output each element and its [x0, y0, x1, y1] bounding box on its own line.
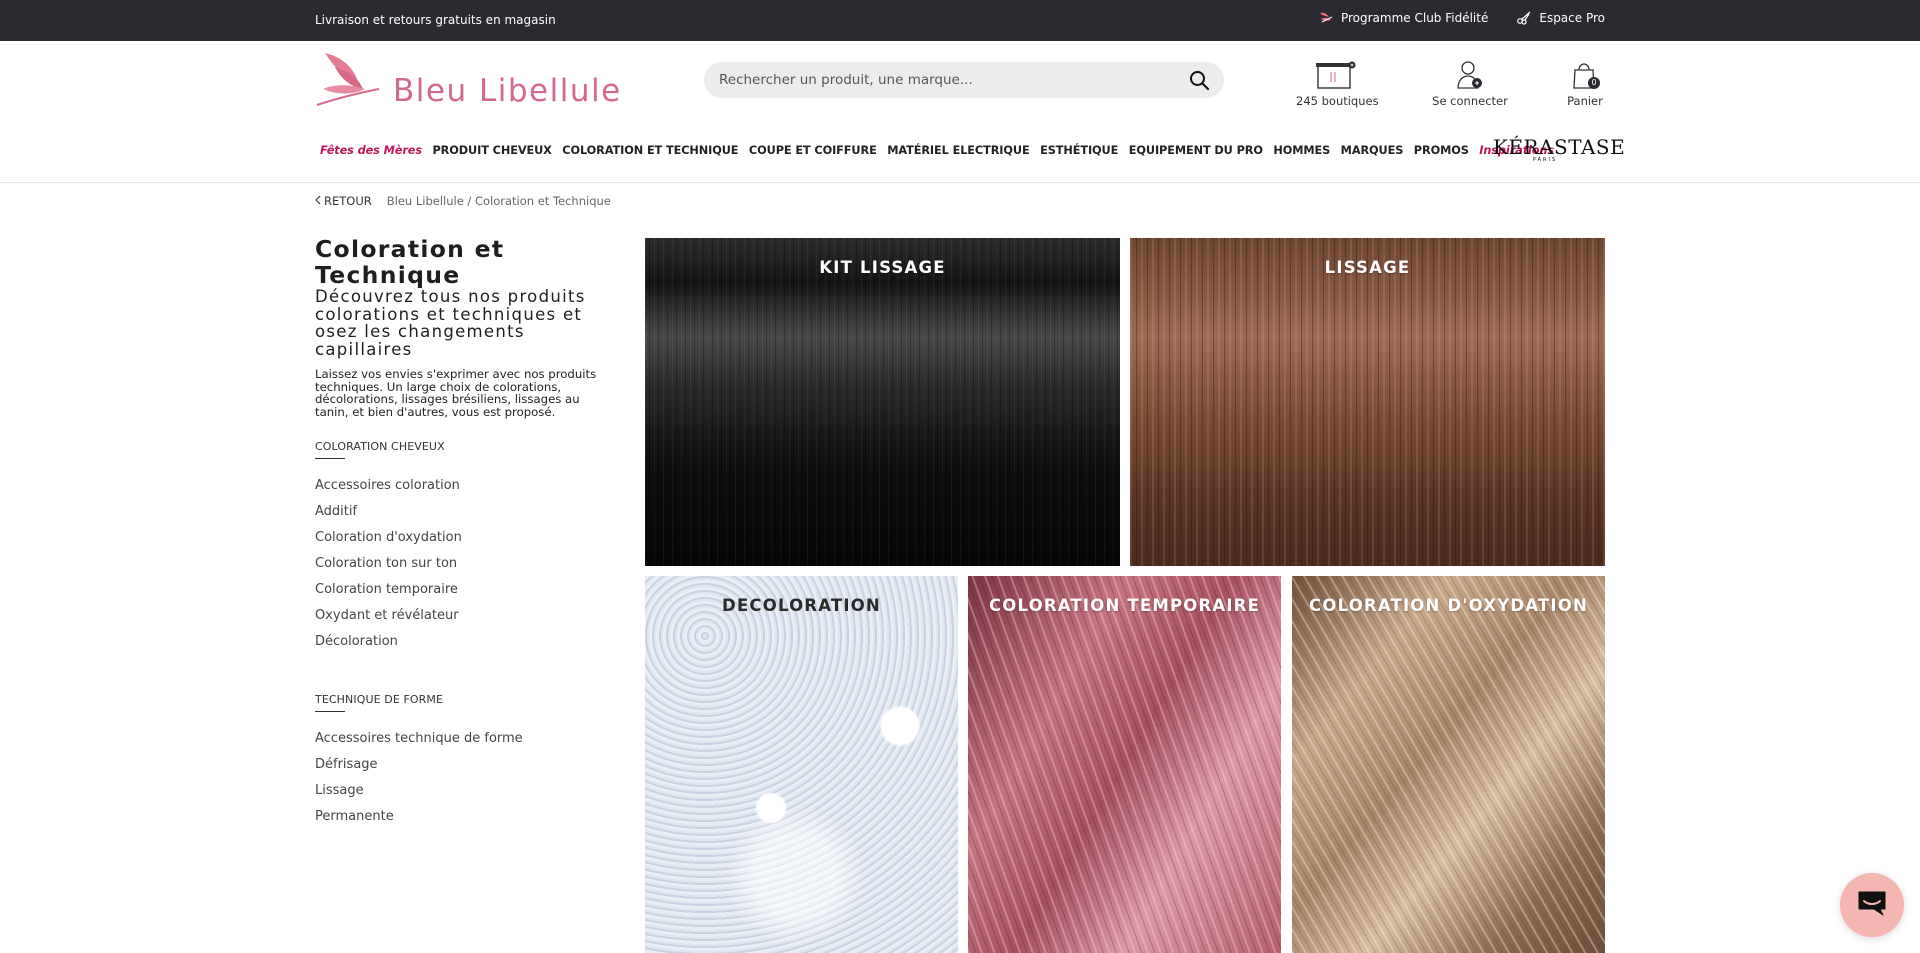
list-item[interactable]: Accessoires coloration — [315, 473, 615, 499]
login-label: Se connecter — [1432, 94, 1508, 108]
nav-item-materiel-electrique[interactable]: MATÉRIEL ELECTRIQUE — [887, 144, 1030, 157]
tile-label: KIT LISSAGE — [819, 258, 946, 277]
list-item[interactable]: Coloration temporaire — [315, 577, 615, 603]
list-item[interactable]: Accessoires technique de forme — [315, 726, 615, 752]
section-title-coloration-cheveux[interactable]: COLORATION CHEVEUX — [315, 440, 615, 459]
nav-item-marques[interactable]: MARQUES — [1341, 144, 1404, 157]
club-fidelite-link[interactable]: Programme Club Fidélité — [1318, 11, 1488, 25]
breadcrumb-path[interactable]: Bleu Libellule / Coloration et Technique — [387, 194, 611, 208]
cart-count-badge: 0 — [1588, 77, 1600, 89]
store-icon — [1296, 54, 1376, 90]
list-item[interactable]: Additif — [315, 499, 615, 525]
tile-decoloration[interactable]: DECOLORATION — [645, 576, 958, 953]
stores-label: 245 boutiques — [1296, 94, 1379, 108]
chat-button[interactable] — [1840, 873, 1904, 937]
top-bar: Livraison et retours gratuits en magasin… — [0, 0, 1920, 41]
cart-button[interactable]: 0 Panier — [1555, 54, 1615, 108]
list-item[interactable]: Oxydant et révélateur — [315, 603, 615, 629]
stores-button[interactable]: 245 boutiques — [1296, 54, 1379, 108]
nav-item-coloration-et-technique[interactable]: COLORATION ET TECHNIQUE — [562, 144, 738, 157]
user-icon — [1430, 54, 1510, 90]
page-subtitle: Découvrez tous nos produits colorations … — [315, 287, 586, 359]
tile-label: COLORATION D'OXYDATION — [1309, 596, 1588, 615]
category-intro: Laissez vos envies s'exprimer avec nos p… — [315, 367, 597, 420]
kerastase-logo[interactable]: KÉRASTASE PARIS — [1493, 135, 1626, 163]
nav-item-esthetique[interactable]: ESTHÉTIQUE — [1040, 144, 1118, 157]
page-title: Coloration et Technique — [315, 235, 505, 289]
espace-pro-link[interactable]: Espace Pro — [1516, 11, 1605, 25]
back-label: RETOUR — [324, 194, 372, 208]
scissors-icon — [1516, 11, 1532, 25]
tile-coloration-oxydation[interactable]: COLORATION D'OXYDATION — [1292, 576, 1605, 953]
shopping-bag-icon: 0 — [1555, 54, 1615, 90]
search-input[interactable] — [704, 62, 1164, 98]
nav-item-equipement-du-pro[interactable]: EQUIPEMENT DU PRO — [1129, 144, 1263, 157]
nav-item-promos[interactable]: PROMOS — [1414, 144, 1469, 157]
espace-pro-label: Espace Pro — [1539, 11, 1605, 25]
search-icon[interactable] — [1189, 70, 1210, 95]
login-button[interactable]: Se connecter — [1430, 54, 1510, 108]
back-link[interactable]: RETOUR — [315, 194, 372, 208]
tile-lissage[interactable]: LISSAGE — [1130, 238, 1605, 566]
list-item[interactable]: Permanente — [315, 804, 615, 830]
list-item[interactable]: Coloration d'oxydation — [315, 525, 615, 551]
chevron-left-icon — [315, 194, 321, 208]
list-item[interactable]: Coloration ton sur ton — [315, 551, 615, 577]
site-header: Bleu Libellule 245 boutiques Se connecte… — [0, 41, 1920, 183]
list-item[interactable]: Défrisage — [315, 752, 615, 778]
nav-item-coupe-et-coiffure[interactable]: COUPE ET COIFFURE — [749, 144, 877, 157]
nav-item-hommes[interactable]: HOMMES — [1273, 144, 1330, 157]
main-nav: Fêtes des Mères PRODUIT CHEVEUX COLORATI… — [320, 140, 1565, 160]
list-item[interactable]: Lissage — [315, 778, 615, 804]
nav-item-produit-cheveux[interactable]: PRODUIT CHEVEUX — [433, 144, 552, 157]
section-title-technique-de-forme[interactable]: TECHNIQUE DE FORME — [315, 693, 615, 712]
tile-label: DECOLORATION — [722, 596, 881, 615]
breadcrumb: RETOUR Bleu Libellule / Coloration et Te… — [315, 194, 611, 208]
category-sidebar: Coloration et Technique Découvrez tous n… — [315, 236, 615, 830]
bleu-libellule-logo[interactable]: Bleu Libellule — [315, 49, 625, 115]
tile-label: LISSAGE — [1324, 258, 1411, 277]
brand-name: Bleu Libellule — [393, 73, 622, 109]
top-bar-links: Programme Club Fidélité Espace Pro — [1318, 11, 1605, 25]
tile-kit-lissage[interactable]: KIT LISSAGE — [645, 238, 1120, 566]
kerastase-wordmark: KÉRASTASE — [1493, 135, 1626, 159]
dragonfly-logo-icon — [315, 49, 383, 115]
tile-coloration-temporaire[interactable]: COLORATION TEMPORAIRE — [968, 576, 1281, 953]
coloration-cheveux-list: Accessoires coloration Additif Coloratio… — [315, 473, 615, 655]
club-fidelite-label: Programme Club Fidélité — [1340, 11, 1489, 25]
list-item[interactable]: Décoloration — [315, 629, 615, 655]
dragonfly-icon — [1318, 11, 1334, 25]
cart-label: Panier — [1567, 94, 1603, 108]
nav-item-fetes-des-meres[interactable]: Fêtes des Mères — [320, 144, 422, 157]
chat-icon — [1856, 889, 1888, 921]
technique-de-forme-list: Accessoires technique de forme Défrisage… — [315, 726, 615, 830]
tile-label: COLORATION TEMPORAIRE — [988, 596, 1261, 615]
search-bar — [704, 62, 1224, 98]
free-delivery-text: Livraison et retours gratuits en magasin — [315, 13, 556, 27]
